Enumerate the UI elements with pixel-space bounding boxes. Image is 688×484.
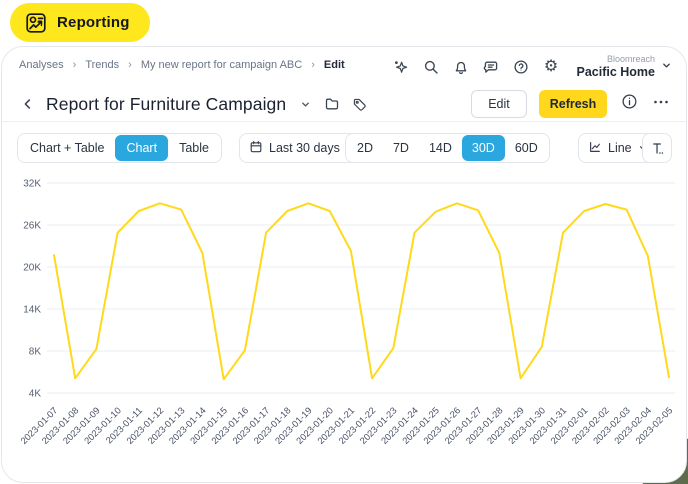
org-switcher[interactable]: Bloomreach Pacific Home	[576, 54, 672, 79]
svg-text:8K: 8K	[29, 347, 42, 358]
svg-text:4K: 4K	[29, 389, 42, 400]
segment-chart[interactable]: Chart	[115, 135, 168, 161]
segment-2d[interactable]: 2D	[347, 135, 383, 161]
breadcrumb-report-name[interactable]: My new report for campaign ABC	[141, 59, 302, 71]
gear-icon[interactable]: ⚙	[542, 58, 559, 75]
report-card: Analyses › Trends › My new report for ca…	[1, 46, 687, 483]
org-project-label: Pacific Home	[576, 65, 655, 79]
segment-30d[interactable]: 30D	[462, 135, 505, 161]
breadcrumb-separator: ›	[311, 59, 315, 71]
bell-icon[interactable]	[452, 58, 469, 75]
breadcrumb-separator: ›	[128, 59, 132, 71]
reporting-icon	[24, 11, 48, 35]
trend-chart: 4K8K14K20K26K32K2023-01-072023-01-082023…	[2, 167, 688, 483]
reporting-badge-label: Reporting	[57, 14, 130, 31]
breadcrumb-separator: ›	[73, 59, 77, 71]
breadcrumb-trends[interactable]: Trends	[85, 59, 119, 71]
date-range-value: Last 30 days	[269, 141, 340, 155]
svg-text:20K: 20K	[23, 263, 41, 274]
more-options-icon[interactable]	[652, 93, 670, 116]
svg-text:26K: 26K	[23, 221, 41, 232]
back-button[interactable]	[18, 94, 38, 114]
info-icon[interactable]	[621, 93, 638, 115]
breadcrumb: Analyses › Trends › My new report for ca…	[19, 59, 345, 71]
chat-icon[interactable]	[482, 58, 499, 75]
header-divider	[2, 121, 686, 122]
sparkle-icon[interactable]	[392, 58, 409, 75]
breadcrumb-analyses[interactable]: Analyses	[19, 59, 64, 71]
chart-toolbar: Chart + Table Chart Table Last 30 days 2…	[2, 133, 686, 163]
svg-text:14K: 14K	[23, 305, 41, 316]
reporting-badge: Reporting	[10, 3, 150, 42]
breadcrumb-edit: Edit	[324, 59, 345, 71]
help-icon[interactable]	[512, 58, 529, 75]
page-title: Report for Furniture Campaign	[46, 94, 286, 115]
chart-type-value: Line	[608, 141, 632, 155]
svg-text:32K: 32K	[23, 179, 41, 190]
quick-range-segments: 2D 7D 14D 30D 60D	[345, 133, 550, 163]
line-chart-icon	[588, 140, 602, 157]
segment-7d[interactable]: 7D	[383, 135, 419, 161]
segment-60d[interactable]: 60D	[505, 135, 548, 161]
refresh-button[interactable]: Refresh	[539, 90, 607, 118]
baseline-settings-button[interactable]	[642, 133, 672, 163]
edit-button[interactable]: Edit	[471, 90, 527, 118]
chart-area: 4K8K14K20K26K32K2023-01-072023-01-082023…	[2, 167, 688, 483]
report-header: Report for Furniture Campaign Edit Refre…	[2, 87, 686, 121]
search-icon[interactable]	[422, 58, 439, 75]
app-window: Reporting Analyses › Trends › My new rep…	[0, 0, 688, 484]
segment-table[interactable]: Table	[168, 135, 220, 161]
baseline-icon	[650, 141, 665, 156]
chevron-down-icon	[661, 58, 672, 76]
org-company-label: Bloomreach	[607, 54, 655, 65]
view-mode-segments: Chart + Table Chart Table	[17, 133, 222, 163]
calendar-icon	[249, 140, 263, 157]
tag-icon[interactable]	[350, 95, 368, 113]
title-chevron-down-icon[interactable]	[296, 95, 314, 113]
segment-chart-table[interactable]: Chart + Table	[19, 135, 115, 161]
folder-icon[interactable]	[323, 95, 341, 113]
segment-14d[interactable]: 14D	[419, 135, 462, 161]
topbar-actions: ⚙ Bloomreach Pacific Home	[392, 54, 672, 79]
